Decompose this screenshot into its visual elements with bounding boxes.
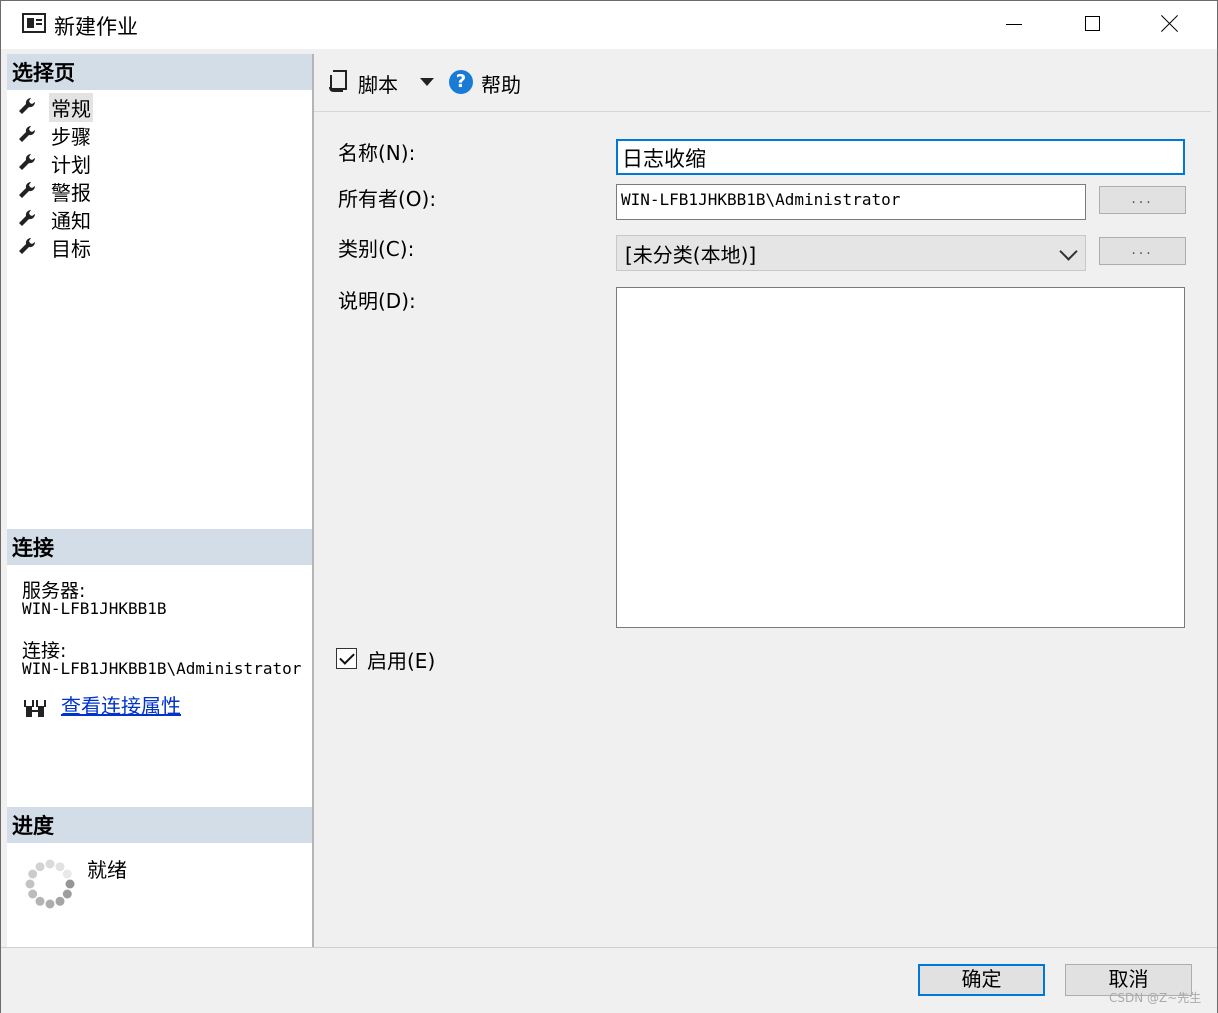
help-button[interactable]: 帮助 xyxy=(481,69,521,98)
owner-label: 所有者(O): xyxy=(338,187,437,211)
ok-button[interactable]: 确定 xyxy=(918,964,1045,996)
spinner-dot xyxy=(55,862,65,872)
progress-header: 进度 xyxy=(7,807,312,843)
minimize-icon xyxy=(1006,24,1022,25)
wrench-icon xyxy=(19,97,36,114)
category-label: 类别(C): xyxy=(338,237,415,261)
description-label: 说明(D): xyxy=(338,289,416,313)
window-title: 新建作业 xyxy=(54,15,138,39)
spinner-dot xyxy=(45,899,55,909)
help-icon[interactable]: ? xyxy=(449,70,473,94)
spinner-dot xyxy=(45,859,55,869)
dialog-app-icon xyxy=(22,13,46,33)
maximize-button[interactable] xyxy=(1053,1,1131,49)
left-panel: 选择页 常规 步骤 计划 警报 通知 目标 连接 服务器: WIN-LFB1JHKBB1B… xyxy=(7,54,312,947)
enabled-checkbox[interactable] xyxy=(336,648,357,669)
spinner-dot xyxy=(35,896,45,906)
script-button[interactable]: 脚本 xyxy=(358,69,398,98)
spinner-dot xyxy=(28,889,38,899)
connection-header: 连接 xyxy=(7,529,312,565)
owner-input[interactable]: WIN-LFB1JHKBB1B\Administrator xyxy=(616,184,1086,220)
nav-item-label: 计划 xyxy=(51,153,91,177)
wrench-icon xyxy=(19,237,36,254)
wrench-icon xyxy=(19,125,36,142)
progress-spinner-icon xyxy=(25,859,75,909)
nav-item-label: 通知 xyxy=(51,209,91,233)
watermark: CSDN @Z~先生 xyxy=(1109,991,1202,1005)
nav-item-label: 警报 xyxy=(51,181,91,205)
description-textarea[interactable] xyxy=(616,287,1185,628)
checkmark-icon xyxy=(339,649,355,665)
connection-properties-icon xyxy=(24,700,46,717)
wrench-icon xyxy=(19,209,36,226)
close-button[interactable] xyxy=(1131,1,1209,49)
script-icon[interactable] xyxy=(328,69,348,93)
enabled-label[interactable]: 启用(E) xyxy=(367,645,435,674)
nav-item-label: 步骤 xyxy=(51,125,91,149)
category-select[interactable]: [未分类(本地)] xyxy=(616,235,1086,271)
wrench-icon xyxy=(19,181,36,198)
server-value: WIN-LFB1JHKBB1B xyxy=(22,599,167,618)
script-dropdown-arrow-icon[interactable] xyxy=(420,78,434,86)
general-page-form: 名称(N): 日志收缩 所有者(O): WIN-LFB1JHKBB1B\Admi… xyxy=(314,113,1211,947)
name-label: 名称(N): xyxy=(338,141,416,165)
view-connection-properties-link[interactable]: 查看连接属性 xyxy=(61,690,181,719)
select-page-header: 选择页 xyxy=(7,54,312,90)
spinner-dot xyxy=(65,879,75,889)
progress-status: 就绪 xyxy=(87,858,127,882)
name-input[interactable]: 日志收缩 xyxy=(616,139,1185,175)
dialog-window: 新建作业 选择页 常规 步骤 计划 警报 通知 目标 连接 服务器: WIN-LFB1JH… xyxy=(0,0,1218,1013)
button-bar: 确定 取消 xyxy=(1,947,1217,1013)
spinner-dot xyxy=(55,896,65,906)
chevron-down-icon xyxy=(1059,242,1078,261)
owner-browse-button[interactable]: ... xyxy=(1099,186,1186,214)
category-browse-button[interactable]: ... xyxy=(1099,237,1186,265)
maximize-icon xyxy=(1085,16,1100,31)
nav-item-label: 目标 xyxy=(51,237,91,261)
category-selected-value: [未分类(本地)] xyxy=(625,243,757,267)
spinner-dot xyxy=(25,879,35,889)
toolbar: 脚本 ? 帮助 xyxy=(314,54,1211,112)
spinner-dot xyxy=(62,869,72,879)
spinner-dot xyxy=(28,869,38,879)
wrench-icon xyxy=(19,153,36,170)
minimize-button[interactable] xyxy=(975,1,1053,49)
title-bar: 新建作业 xyxy=(1,1,1217,49)
connection-value: WIN-LFB1JHKBB1B\Administrator xyxy=(22,659,302,678)
spinner-dot xyxy=(62,889,72,899)
spinner-dot xyxy=(35,862,45,872)
nav-item-label: 常规 xyxy=(49,93,93,122)
